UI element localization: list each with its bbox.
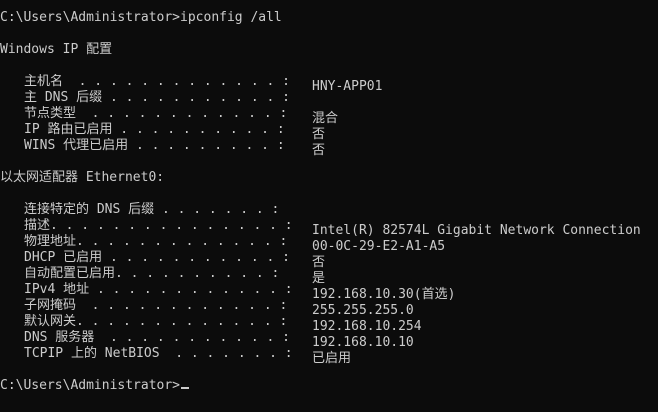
adapter-label: 默认网关. . . . . . . . . . . . . : [24,314,288,329]
adapter-label: IPv4 地址 . . . . . . . . . . . . : [24,282,293,297]
config-label: IP 路由已启用 . . . . . . . . . . : [24,122,285,137]
text-cursor [181,387,190,389]
adapter-row-netbios: TCPIP 上的 NetBIOS . . . . . . . : 已启用 [24,346,351,367]
prompt-line[interactable]: C:\Users\Administrator> [0,378,190,394]
prompt-text: C:\Users\Administrator> [0,378,181,393]
adapter-label: 子网掩码 . . . . . . . . . . . . : [24,298,288,313]
config-label: WINS 代理已启用 . . . . . . . . . : [24,138,285,153]
config-value: 否 [312,143,326,158]
console-window[interactable]: C:\Users\Administrator>ipconfig /all Win… [0,0,658,412]
config-label: 节点类型 . . . . . . . . . . . . : [24,106,288,121]
adapter-label: DHCP 已启用 . . . . . . . . . . . : [24,250,290,265]
adapter-label: DNS 服务器 . . . . . . . . . . . : [24,330,290,345]
adapter-label: 连接特定的 DNS 后缀 . . . . . . . : [24,202,280,217]
config-label: 主机名 . . . . . . . . . . . . . : [24,74,290,89]
adapter-label: 自动配置已启用. . . . . . . . . . : [24,266,280,281]
command-line: C:\Users\Administrator>ipconfig /all [0,10,282,25]
adapter-label: 物理地址. . . . . . . . . . . . . : [24,234,288,249]
adapter-label: 描述. . . . . . . . . . . . . . . : [24,218,293,233]
config-row-wins-proxy: WINS 代理已启用 . . . . . . . . . : 否 [24,138,325,159]
adapter-header: 以太网适配器 Ethernet0: [0,170,165,185]
adapter-label: TCPIP 上的 NetBIOS . . . . . . . : [24,346,293,361]
config-value: HNY-APP01 [312,79,383,94]
adapter-value: 已启用 [312,351,352,366]
adapter-value: 00-0C-29-E2-A1-A5 [312,239,446,254]
config-label: 主 DNS 后缀 . . . . . . . . . . . : [24,90,290,105]
windows-ip-header: Windows IP 配置 [0,42,113,57]
